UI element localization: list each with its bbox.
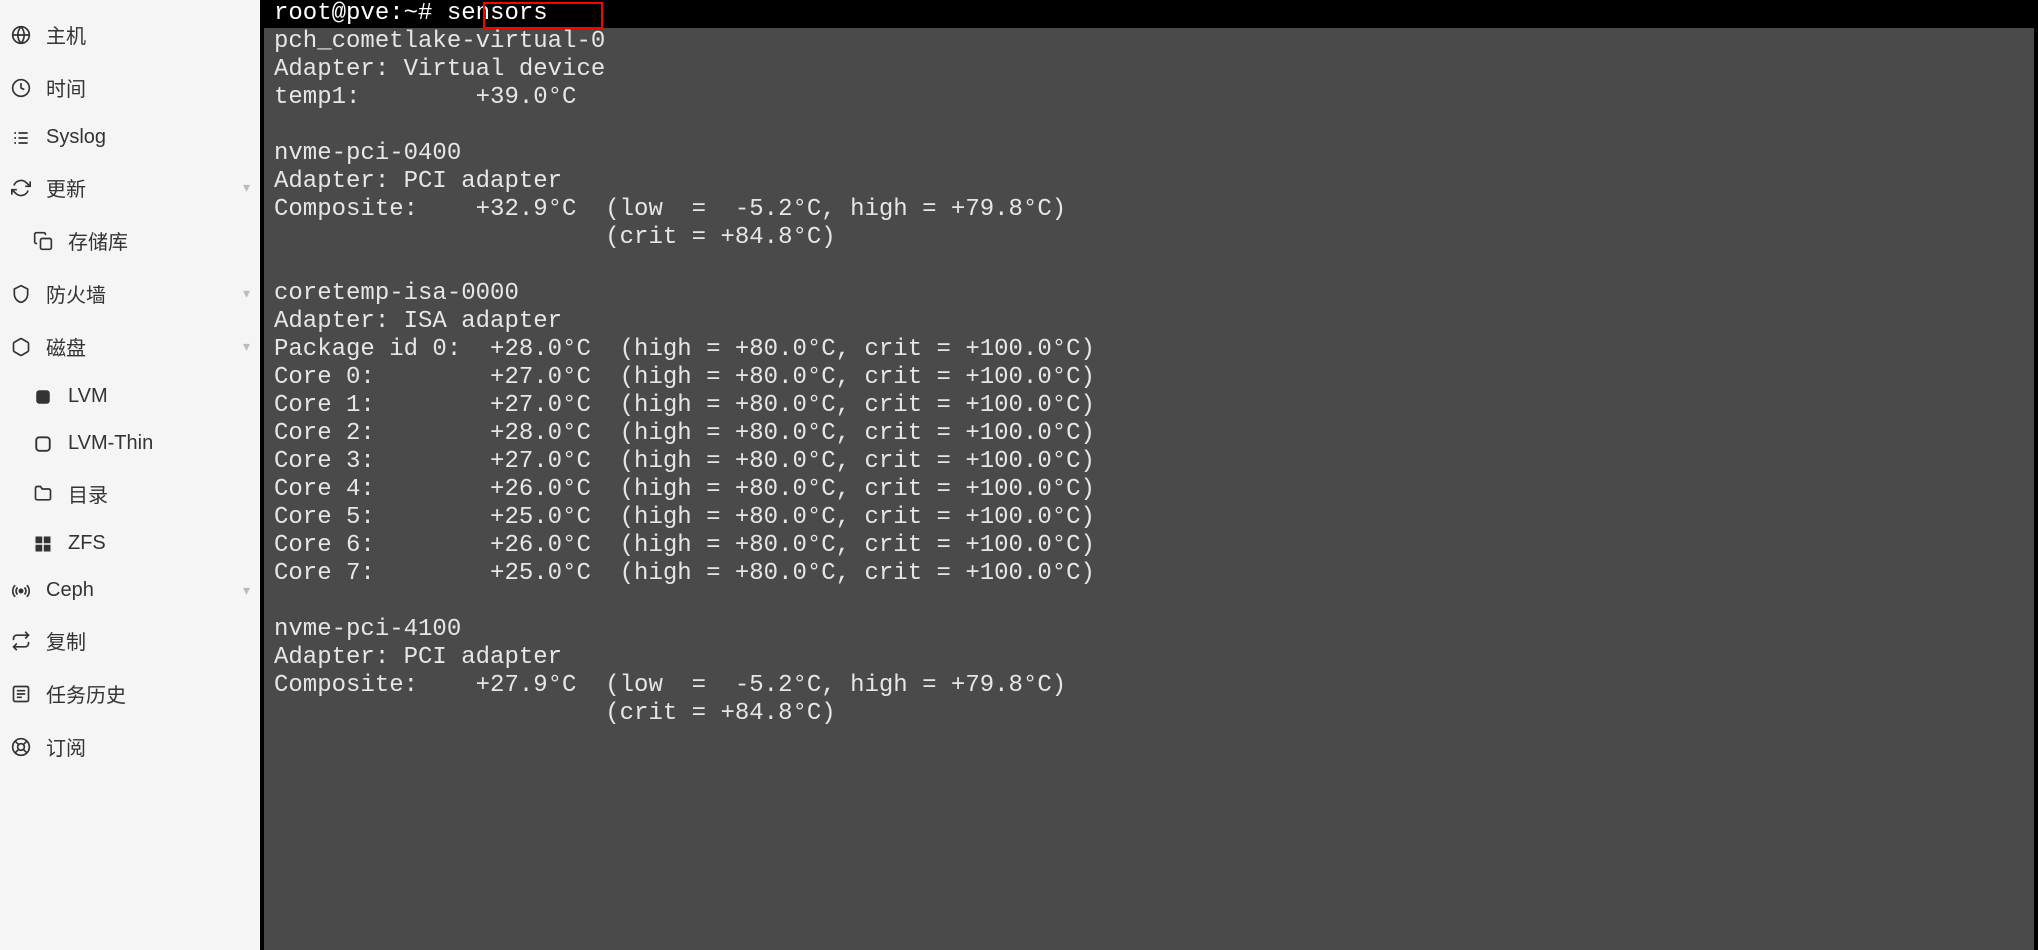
sidebar-item-5[interactable]: 防火墙 ▾	[0, 267, 260, 320]
sidebar-item-label: Syslog	[46, 126, 106, 149]
terminal-output: pch_cometlake-virtual-0 Adapter: Virtual…	[264, 28, 2034, 950]
sidebar-item-12[interactable]: 复制	[0, 614, 260, 667]
chevron-icon: ▾	[243, 582, 250, 599]
sidebar-item-9[interactable]: 目录	[0, 467, 260, 520]
copy-icon	[32, 230, 54, 252]
sidebar-item-label: 任务历史	[46, 679, 126, 708]
retweet-icon	[10, 630, 32, 652]
broadcast-icon	[10, 580, 32, 602]
sidebar-item-label: 主机	[46, 20, 86, 49]
terminal-command: sensors	[447, 0, 548, 28]
sidebar-item-label: LVM	[68, 385, 108, 408]
tasklist-icon	[10, 683, 32, 705]
square-outline-icon	[32, 433, 54, 455]
sidebar: 主机时间 Syslog 更新 ▾ 存储库防火墙 ▾ 磁盘 ▾ LVM LVM-Thin 目录 ZFS C…	[0, 0, 260, 950]
sidebar-item-label: LVM-Thin	[68, 432, 153, 455]
terminal[interactable]: root@pve:~# sensors pch_cometlake-virtua…	[260, 0, 2038, 950]
refresh-icon	[10, 177, 32, 199]
terminal-prompt: root@pve:~#	[274, 0, 432, 28]
list-icon	[10, 127, 32, 149]
sidebar-item-10[interactable]: ZFS	[0, 520, 260, 567]
sidebar-item-7[interactable]: LVM	[0, 373, 260, 420]
sidebar-item-label: 更新	[46, 173, 86, 202]
sidebar-item-label: Ceph	[46, 579, 94, 602]
sidebar-item-3[interactable]: 更新 ▾	[0, 161, 260, 214]
sidebar-item-6[interactable]: 磁盘 ▾	[0, 320, 260, 373]
grid-icon	[32, 533, 54, 555]
sidebar-item-label: 存储库	[68, 226, 128, 255]
sidebar-item-label: 订阅	[46, 732, 86, 761]
chevron-icon: ▾	[243, 179, 250, 196]
sidebar-item-1[interactable]: 时间	[0, 61, 260, 114]
sidebar-item-label: ZFS	[68, 532, 106, 555]
sidebar-item-label: 磁盘	[46, 332, 86, 361]
life-ring-icon	[10, 736, 32, 758]
chevron-icon: ▾	[243, 285, 250, 302]
sidebar-item-4[interactable]: 存储库	[0, 214, 260, 267]
terminal-prompt-line: root@pve:~# sensors	[264, 0, 2034, 28]
folder-icon	[32, 483, 54, 505]
sidebar-item-label: 复制	[46, 626, 86, 655]
disk-icon	[10, 336, 32, 358]
sidebar-item-14[interactable]: 订阅	[0, 720, 260, 773]
chevron-icon: ▾	[243, 338, 250, 355]
clock-icon	[10, 77, 32, 99]
shield-icon	[10, 283, 32, 305]
sidebar-item-8[interactable]: LVM-Thin	[0, 420, 260, 467]
sidebar-item-label: 防火墙	[46, 279, 106, 308]
sidebar-item-2[interactable]: Syslog	[0, 114, 260, 161]
square-filled-icon	[32, 386, 54, 408]
sidebar-item-0[interactable]: 主机	[0, 8, 260, 61]
sidebar-item-11[interactable]: Ceph ▾	[0, 567, 260, 614]
sidebar-item-13[interactable]: 任务历史	[0, 667, 260, 720]
sidebar-item-label: 时间	[46, 73, 86, 102]
sidebar-item-label: 目录	[68, 479, 108, 508]
globe-icon	[10, 24, 32, 46]
